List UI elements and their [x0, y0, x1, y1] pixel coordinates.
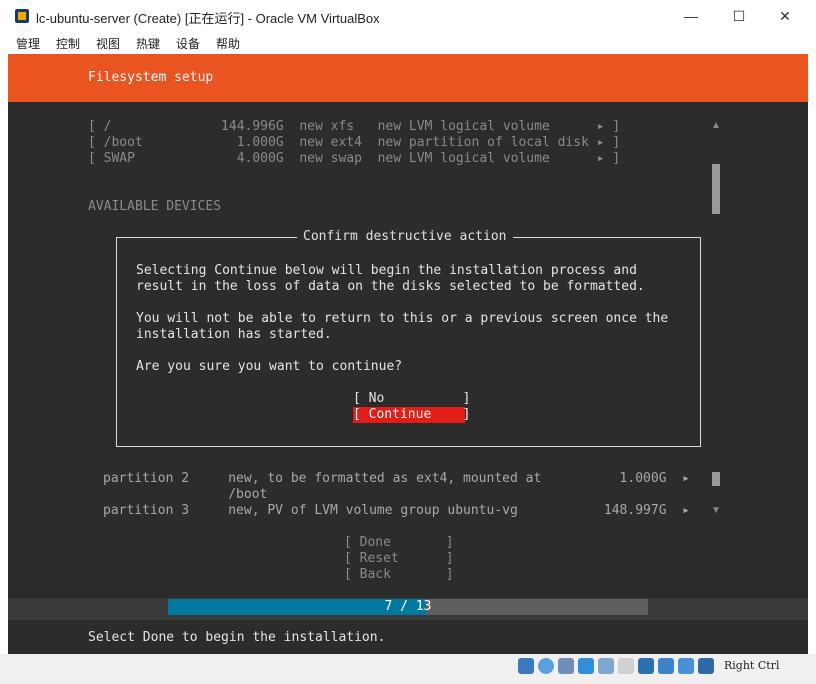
- back-button[interactable]: [ Back ]: [344, 567, 454, 583]
- menu-view[interactable]: 视图: [96, 35, 120, 52]
- dialog-text-line: You will not be able to return to this o…: [136, 311, 669, 326]
- network-icon[interactable]: [578, 658, 594, 674]
- partition-row[interactable]: partition 2 new, to be formatted as ext4…: [103, 471, 690, 487]
- dialog-text-line: result in the loss of data on the disks …: [136, 279, 645, 294]
- cpu-icon[interactable]: [678, 658, 694, 674]
- progress-bar: 7 / 13: [168, 599, 648, 615]
- progress-label: 7 / 13: [384, 599, 432, 614]
- page-title: Filesystem setup: [88, 70, 214, 85]
- virtualbox-icon: [15, 9, 29, 23]
- audio-icon[interactable]: [558, 658, 574, 674]
- partition-scrollbar-thumb[interactable]: [712, 472, 720, 486]
- window-title: lc-ubuntu-server (Create) [正在运行] - Oracl…: [36, 11, 380, 26]
- no-button[interactable]: [ No ]: [353, 391, 470, 407]
- menu-devices[interactable]: 设备: [176, 35, 200, 52]
- menu-manage[interactable]: 管理: [16, 35, 40, 52]
- confirm-dialog: Confirm destructive action Selecting Con…: [116, 229, 701, 447]
- partition-row[interactable]: partition 3 new, PV of LVM volume group …: [103, 503, 690, 519]
- window-titlebar: lc-ubuntu-server (Create) [正在运行] - Oracl…: [0, 0, 816, 32]
- filesystem-row-swap[interactable]: [ SWAP 4.000G new swap new LVM logical v…: [88, 151, 620, 167]
- dialog-text-line: Selecting Continue below will begin the …: [136, 263, 637, 278]
- scrollbar-thumb[interactable]: [712, 164, 720, 214]
- mouse-integration-icon[interactable]: [698, 658, 714, 674]
- installer-header: Filesystem setup: [8, 54, 808, 102]
- optical-drive-icon[interactable]: [538, 658, 554, 674]
- usb-icon[interactable]: [598, 658, 614, 674]
- maximize-button[interactable]: ☐: [724, 4, 754, 28]
- scroll-up-icon[interactable]: ▲: [711, 120, 721, 131]
- close-button[interactable]: ✕: [770, 4, 800, 28]
- menu-help[interactable]: 帮助: [216, 35, 240, 52]
- vm-statusbar: Right Ctrl: [0, 654, 816, 684]
- filesystem-row-boot[interactable]: [ /boot 1.000G new ext4 new partition of…: [88, 135, 620, 151]
- menu-control[interactable]: 控制: [56, 35, 80, 52]
- partition-row-continued: /boot: [103, 487, 268, 502]
- scroll-down-icon[interactable]: ▼: [711, 505, 721, 516]
- recording-icon[interactable]: [658, 658, 674, 674]
- menu-bar: 管理 控制 视图 热键 设备 帮助: [0, 32, 816, 54]
- filesystem-row-root[interactable]: [ / 144.996G new xfs new LVM logical vol…: [88, 119, 620, 135]
- reset-button[interactable]: [ Reset ]: [344, 551, 454, 567]
- display-icon[interactable]: [638, 658, 654, 674]
- host-key-label: Right Ctrl: [724, 659, 780, 672]
- minimize-button[interactable]: —: [676, 4, 706, 28]
- status-hint: Select Done to begin the installation.: [88, 630, 386, 645]
- dialog-title: Confirm destructive action: [297, 229, 513, 245]
- dialog-text-line: installation has started.: [136, 327, 332, 342]
- menu-hotkey[interactable]: 热键: [136, 35, 160, 52]
- continue-button[interactable]: [ Continue ]: [353, 407, 470, 423]
- vm-screen[interactable]: Filesystem setup [ / 144.996G new xfs ne…: [8, 54, 808, 654]
- dialog-question: Are you sure you want to continue?: [136, 359, 403, 374]
- available-devices-heading: AVAILABLE DEVICES: [88, 199, 222, 214]
- shared-folders-icon[interactable]: [618, 658, 634, 674]
- hard-disk-icon[interactable]: [518, 658, 534, 674]
- done-button[interactable]: [ Done ]: [344, 535, 454, 551]
